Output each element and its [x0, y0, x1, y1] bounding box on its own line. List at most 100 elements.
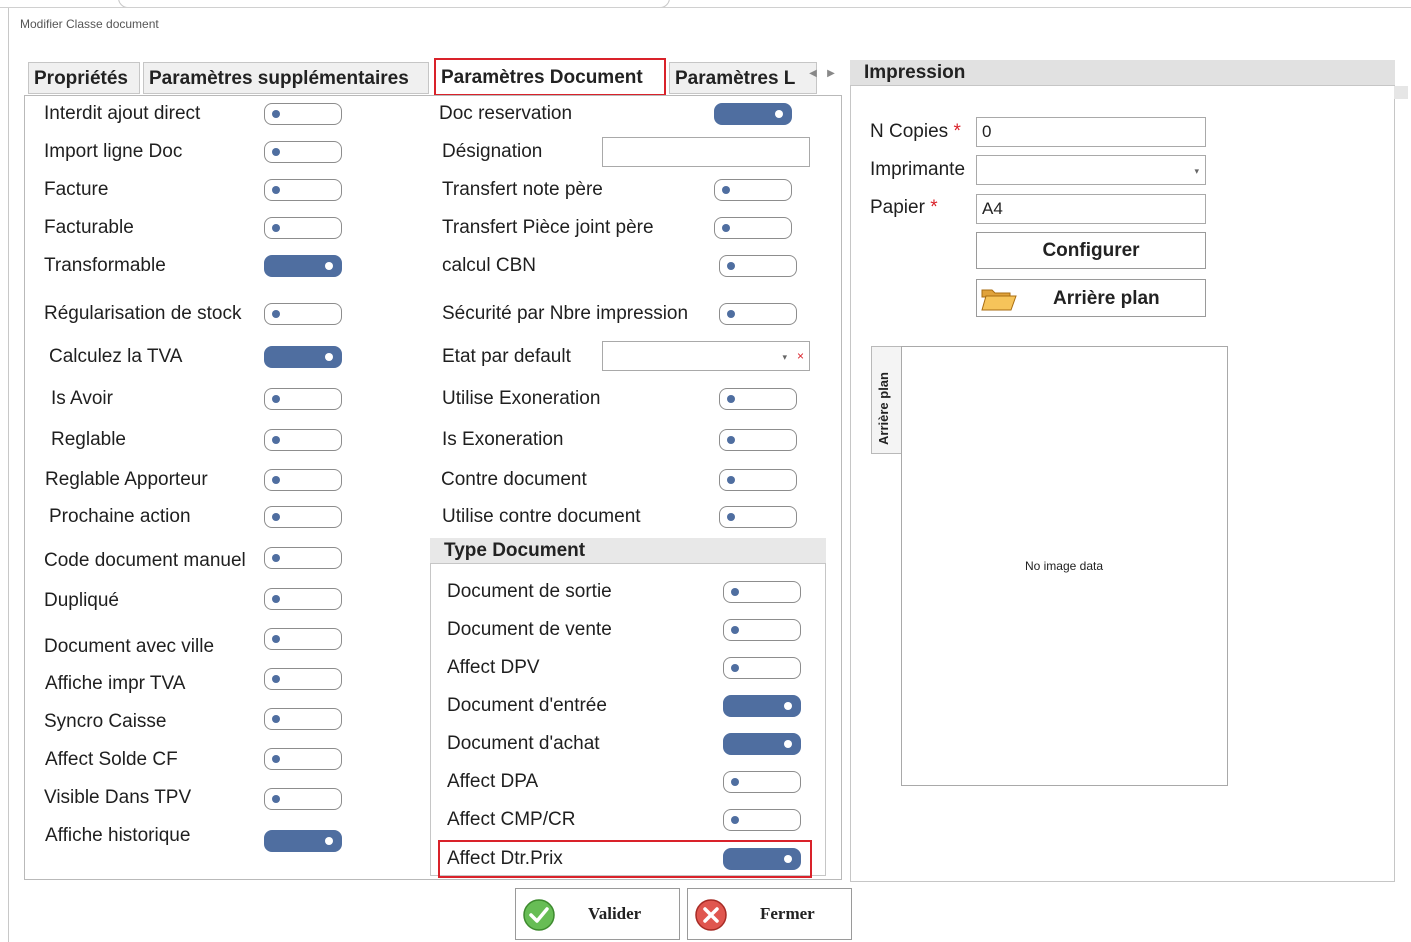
toggle-knob [272, 795, 280, 803]
toggle-knob [731, 778, 739, 786]
toggle-contre-document[interactable] [719, 469, 797, 491]
arriere-plan-button[interactable]: Arrière plan [976, 279, 1206, 317]
toggle-is-avoir[interactable] [264, 388, 342, 410]
label-facturable: Facturable [44, 217, 134, 238]
toggle-knob [272, 224, 280, 232]
toggle-affiche-impr-tva[interactable] [264, 668, 342, 690]
label-reglable-apporteur: Reglable Apporteur [45, 469, 208, 490]
toggle-knob [727, 395, 735, 403]
label-document-de-sortie: Document de sortie [447, 581, 612, 602]
chevron-down-icon[interactable]: ▾ [1194, 157, 1199, 185]
highlight-affect-dtr-prix [438, 840, 812, 878]
label-regularisation-de-stock: Régularisation de stock [44, 303, 242, 324]
toggle-knob [272, 715, 280, 723]
tab-scroll-right-icon[interactable]: ▶ [824, 68, 838, 79]
toggle-regularisation-de-stock[interactable] [264, 303, 342, 325]
toggle-knob [722, 224, 730, 232]
clear-icon[interactable]: × [797, 342, 804, 370]
toggle-affect-dpa[interactable] [723, 771, 801, 793]
toggle-knob [784, 740, 792, 748]
toggle-knob [272, 595, 280, 603]
toggle-affect-solde-cf[interactable] [264, 748, 342, 770]
tab-parametres-document[interactable]: Paramètres Document [434, 58, 666, 96]
toggle-knob [727, 262, 735, 270]
toggle-transformable[interactable] [264, 255, 342, 277]
toggle-code-document-manuel[interactable] [264, 547, 342, 569]
tab-scroll-left-icon[interactable]: ◀ [806, 68, 820, 79]
valider-button[interactable]: Valider [515, 888, 680, 940]
label-calcul-cbn: calcul CBN [442, 255, 536, 276]
panel-shadow [1394, 86, 1408, 99]
toggle-affect-dpv[interactable] [723, 657, 801, 679]
tab-proprietes[interactable]: Propriétés [28, 62, 140, 94]
n-copies-input[interactable]: 0 [976, 117, 1206, 147]
toggle-securite-nbre-impression[interactable] [719, 303, 797, 325]
etat-par-default-select[interactable]: ▾ × [602, 341, 810, 371]
toggle-knob [731, 664, 739, 672]
toggle-facture[interactable] [264, 179, 342, 201]
required-asterisk: * [953, 121, 961, 142]
close-icon [695, 899, 727, 931]
toggle-knob [272, 675, 280, 683]
toggle-reglable[interactable] [264, 429, 342, 451]
label-document-avec-ville: Document avec ville [44, 636, 215, 657]
toggle-utilise-contre-document[interactable] [719, 506, 797, 528]
toggle-knob [727, 476, 735, 484]
valider-label: Valider [588, 904, 642, 923]
toggle-utilise-exoneration[interactable] [719, 388, 797, 410]
fermer-label: Fermer [760, 904, 815, 923]
toggle-knob [272, 436, 280, 444]
toggle-reglable-apporteur[interactable] [264, 469, 342, 491]
label-designation: Désignation [442, 141, 543, 162]
toggle-knob [325, 262, 333, 270]
papier-input[interactable]: A4 [976, 194, 1206, 224]
arriere-plan-vertical-tab[interactable]: Arrière plan [871, 346, 902, 454]
check-icon [523, 899, 555, 931]
tab-parametres-l[interactable]: Paramètres L [669, 62, 817, 94]
label-code-document-manuel: Code document manuel [44, 550, 246, 571]
toggle-document-d-entree[interactable] [723, 695, 801, 717]
tab-parametres-supplementaires[interactable]: Paramètres supplémentaires [143, 62, 429, 94]
vertical-tab-label: Arrière plan [876, 372, 891, 445]
toggle-doc-reservation[interactable] [714, 103, 792, 125]
folder-icon [981, 289, 1017, 311]
label-affect-dpv: Affect DPV [447, 657, 540, 678]
toggle-document-avec-ville[interactable] [264, 628, 342, 650]
toggle-syncro-caisse[interactable] [264, 708, 342, 730]
toggle-knob [272, 148, 280, 156]
toggle-transfert-note-pere[interactable] [714, 179, 792, 201]
toggle-facturable[interactable] [264, 217, 342, 239]
toggle-knob [272, 635, 280, 643]
label-securite-nbre-impression: Sécurité par Nbre impression [442, 303, 689, 324]
toggle-duplique[interactable] [264, 588, 342, 610]
toggle-document-d-achat[interactable] [723, 733, 801, 755]
label-utilise-contre-document: Utilise contre document [442, 506, 641, 527]
label-facture: Facture [44, 179, 109, 200]
toggle-knob [272, 310, 280, 318]
toggle-affect-cmp-cr[interactable] [723, 809, 801, 831]
label-affiche-historique: Affiche historique [45, 825, 191, 846]
toggle-is-exoneration[interactable] [719, 429, 797, 451]
toggle-interdit-ajout-direct[interactable] [264, 103, 342, 125]
toggle-transfert-piece-joint-pere[interactable] [714, 217, 792, 239]
tab-bar: Propriétés Paramètres supplémentaires Pa… [28, 58, 846, 96]
imprimante-select[interactable]: ▾ [976, 155, 1206, 185]
window-left-border [8, 8, 9, 942]
toggle-calculez-la-tva[interactable] [264, 346, 342, 368]
label-document-d-achat: Document d'achat [447, 733, 600, 754]
label-syncro-caisse: Syncro Caisse [44, 711, 167, 732]
chevron-down-icon[interactable]: ▾ [782, 343, 787, 371]
toggle-document-de-sortie[interactable] [723, 581, 801, 603]
toggle-import-ligne-doc[interactable] [264, 141, 342, 163]
label-interdit-ajout-direct: Interdit ajout direct [44, 103, 201, 124]
configurer-button[interactable]: Configurer [976, 232, 1206, 269]
designation-input[interactable] [602, 137, 810, 167]
toggle-document-de-vente[interactable] [723, 619, 801, 641]
label-imprimante: Imprimante [870, 159, 966, 180]
toggle-calcul-cbn[interactable] [719, 255, 797, 277]
toggle-prochaine-action[interactable] [264, 506, 342, 528]
fermer-button[interactable]: Fermer [687, 888, 852, 940]
toggle-affiche-historique[interactable] [264, 830, 342, 852]
toggle-visible-dans-tpv[interactable] [264, 788, 342, 810]
no-image-text: No image data [1024, 559, 1104, 573]
